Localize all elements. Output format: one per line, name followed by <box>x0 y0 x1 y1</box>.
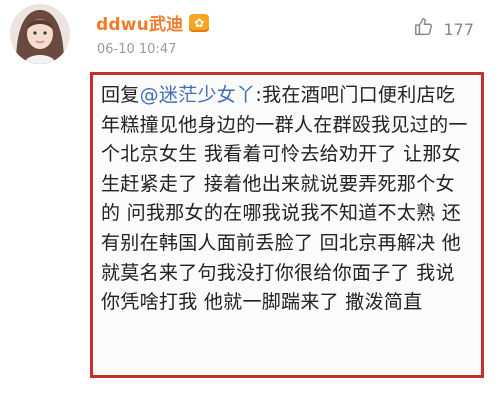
post-timestamp: 06-10 10:47 <box>97 42 177 57</box>
reply-comment-text: 回复@迷茫少女丫:我在酒吧门口便利店吃年糕撞见他身边的一群人在群殴我见过的一个北… <box>101 81 473 318</box>
comment-body: 我在酒吧门口便利店吃年糕撞见他身边的一群人在群殴我见过的一个北京女生 我看着可怜… <box>101 84 468 314</box>
like-count: 177 <box>443 19 474 39</box>
reply-prefix: 回复 <box>101 84 140 106</box>
reply-comment-box: 回复@迷茫少女丫:我在酒吧门口便利店吃年糕撞见他身边的一群人在群殴我见过的一个北… <box>90 72 484 378</box>
avatar[interactable] <box>10 4 70 64</box>
username-text[interactable]: ddwu武迪 <box>96 10 183 35</box>
thumbs-up-icon[interactable] <box>413 16 435 42</box>
vip-badge-icon: ✿ <box>189 13 210 32</box>
avatar-image <box>10 4 70 64</box>
mention-link[interactable]: @迷茫少女丫 <box>140 84 256 106</box>
like-button[interactable]: 177 <box>413 16 474 42</box>
username[interactable]: ddwu武迪 ✿ <box>96 10 210 35</box>
